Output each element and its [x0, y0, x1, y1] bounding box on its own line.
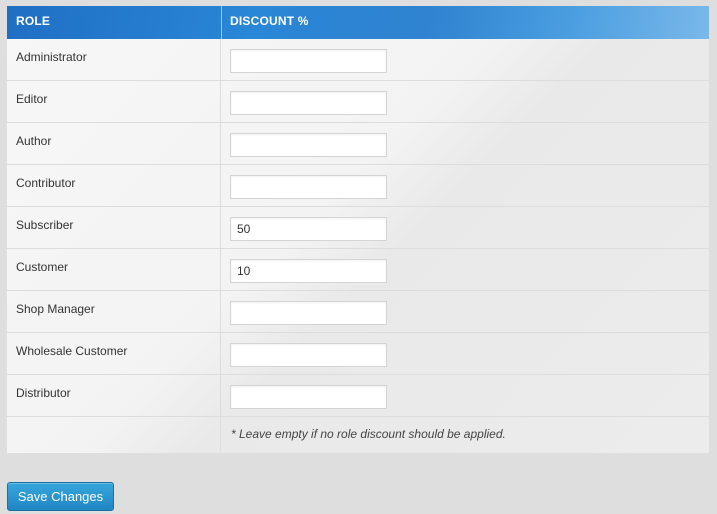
table-row: Contributor	[7, 165, 709, 207]
role-label: Distributor	[16, 386, 71, 400]
table-row: Editor	[7, 81, 709, 123]
discount-cell	[230, 217, 387, 241]
role-cell: Contributor	[7, 165, 221, 206]
role-label: Editor	[16, 92, 48, 106]
help-note: * Leave empty if no role discount should…	[231, 427, 506, 441]
role-label: Wholesale Customer	[16, 344, 128, 358]
discount-cell	[230, 259, 387, 283]
discount-cell	[230, 385, 387, 409]
table-row: Shop Manager	[7, 291, 709, 333]
discount-input-subscriber[interactable]	[230, 217, 387, 241]
role-label: Subscriber	[16, 218, 74, 232]
discount-input-shop-manager[interactable]	[230, 301, 387, 325]
table-footer-row: * Leave empty if no role discount should…	[7, 417, 709, 451]
discount-cell	[230, 91, 387, 115]
discount-input-administrator[interactable]	[230, 49, 387, 73]
discount-input-editor[interactable]	[230, 91, 387, 115]
discount-input-author[interactable]	[230, 133, 387, 157]
header-divider	[221, 6, 222, 39]
table-row: Customer	[7, 249, 709, 291]
footer-empty-cell	[7, 417, 221, 451]
table-header: ROLE DISCOUNT %	[7, 6, 709, 39]
table-row: Wholesale Customer	[7, 333, 709, 375]
discount-input-contributor[interactable]	[230, 175, 387, 199]
role-cell: Distributor	[7, 375, 221, 416]
table-body: Administrator Editor Author Contributor …	[7, 39, 709, 451]
role-cell: Customer	[7, 249, 221, 290]
discount-input-wholesale-customer[interactable]	[230, 343, 387, 367]
discount-cell	[230, 49, 387, 73]
role-cell: Shop Manager	[7, 291, 221, 332]
column-header-discount: DISCOUNT %	[230, 14, 309, 28]
role-cell: Subscriber	[7, 207, 221, 248]
role-label: Contributor	[16, 176, 76, 190]
table-row: Distributor	[7, 375, 709, 417]
table-row: Administrator	[7, 39, 709, 81]
table-row: Author	[7, 123, 709, 165]
discount-input-customer[interactable]	[230, 259, 387, 283]
discount-cell	[230, 301, 387, 325]
role-discount-table: ROLE DISCOUNT % Administrator Editor Aut…	[7, 6, 709, 453]
discount-cell	[230, 133, 387, 157]
role-cell: Administrator	[7, 39, 221, 80]
role-label: Customer	[16, 260, 69, 274]
role-label: Shop Manager	[16, 302, 95, 316]
role-label: Author	[16, 134, 52, 148]
role-cell: Wholesale Customer	[7, 333, 221, 374]
column-header-role: ROLE	[16, 14, 51, 28]
save-changes-button[interactable]: Save Changes	[7, 482, 114, 511]
role-label: Administrator	[16, 50, 87, 64]
role-cell: Editor	[7, 81, 221, 122]
table-row: Subscriber	[7, 207, 709, 249]
discount-input-distributor[interactable]	[230, 385, 387, 409]
discount-cell	[230, 343, 387, 367]
role-cell: Author	[7, 123, 221, 164]
discount-cell	[230, 175, 387, 199]
